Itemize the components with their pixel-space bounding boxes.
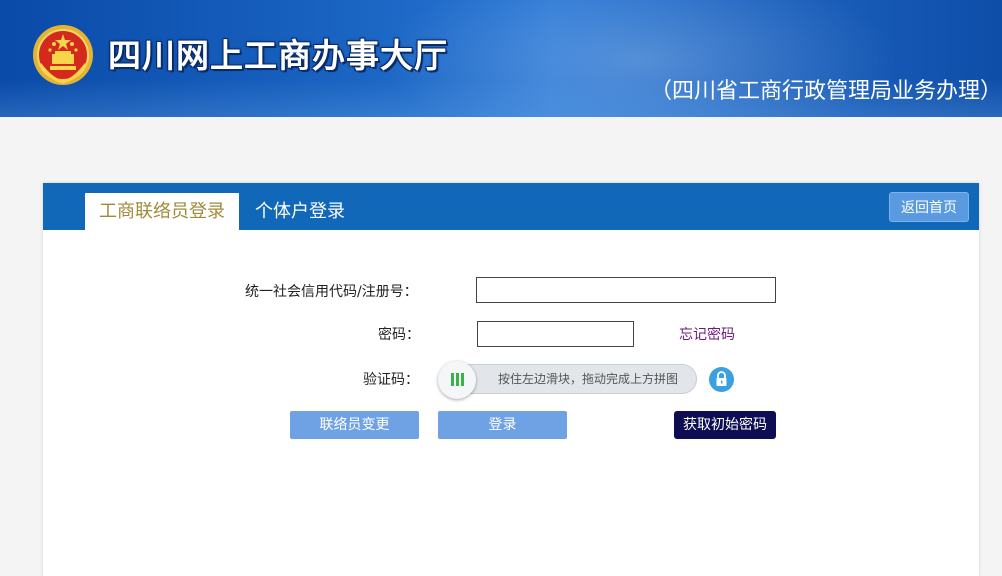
back-home-button[interactable]: 返回首页 [889,192,969,222]
slider-hint: 按住左边滑块，拖动完成上方拼图 [498,372,679,386]
panel-header: 工商联络员登录 个体户登录 返回首页 [43,183,979,230]
grip-icon [451,373,464,386]
captcha-slider-track[interactable]: 按住左边滑块，拖动完成上方拼图 [438,361,697,399]
forgot-password-link[interactable]: 忘记密码 [679,324,735,344]
get-initial-password-button[interactable]: 获取初始密码 [674,411,776,439]
lock-icon[interactable] [709,367,734,392]
national-emblem-icon [33,25,93,85]
captcha-label: 验证码： [363,372,419,388]
tab-contact-login[interactable]: 工商联络员登录 [85,193,239,230]
slider-handle[interactable] [438,361,476,399]
credit-code-input[interactable] [476,277,776,303]
site-title: 四川网上工商办事大厅 [108,36,448,75]
tab-individual-login[interactable]: 个体户登录 [255,193,345,230]
site-subtitle: （四川省工商行政管理局业务办理） [649,79,1002,104]
password-label: 密码： [378,327,420,343]
credit-code-label: 统一社会信用代码/注册号： [245,284,418,300]
password-input[interactable] [477,321,634,347]
login-panel: 工商联络员登录 个体户登录 返回首页 统一社会信用代码/注册号： 密码： 忘记密… [43,183,979,576]
change-contact-button[interactable]: 联络员变更 [290,411,419,439]
login-button[interactable]: 登录 [438,411,567,439]
header-banner: 四川网上工商办事大厅 （四川省工商行政管理局业务办理） [0,0,1002,117]
